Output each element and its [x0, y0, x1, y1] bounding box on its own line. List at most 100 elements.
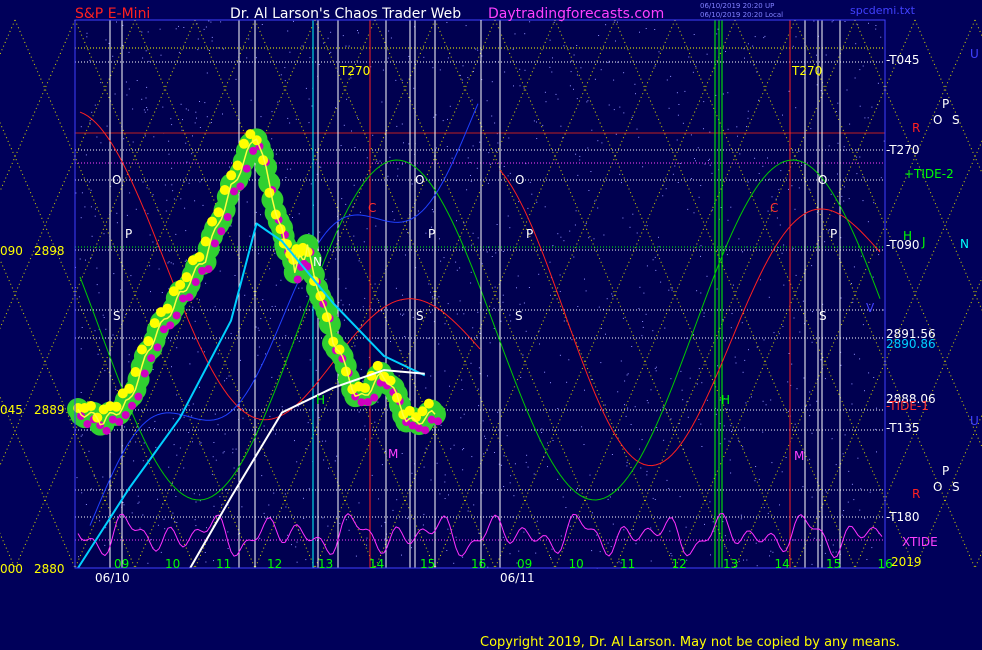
star-dot [427, 337, 429, 339]
star-dot [507, 175, 509, 177]
star-dot [541, 428, 543, 430]
star-dot [559, 274, 561, 276]
star-dot [366, 157, 368, 159]
side-glyph: U [970, 414, 979, 428]
side-glyph: U [970, 47, 979, 61]
star-dot [469, 162, 471, 163]
star-dot [473, 71, 474, 72]
star-dot [594, 200, 596, 202]
star-dot [320, 166, 322, 168]
star-dot [487, 375, 488, 377]
star-dot [775, 198, 777, 200]
star-dot [758, 478, 760, 480]
star-dot [500, 464, 502, 466]
star-dot [80, 435, 82, 437]
star-dot [462, 556, 464, 558]
star-dot [296, 461, 298, 463]
star-dot [200, 442, 202, 444]
star-dot [475, 48, 477, 50]
star-dot [221, 504, 223, 506]
star-dot [244, 294, 246, 296]
star-dot [459, 74, 461, 76]
star-dot [88, 450, 90, 452]
star-dot [486, 251, 488, 253]
star-dot [639, 286, 641, 288]
star-dot [570, 71, 572, 73]
star-dot [722, 521, 724, 523]
site-link[interactable]: Daytradingforecasts.com [488, 6, 664, 22]
star-dot [526, 454, 528, 456]
star-dot [668, 488, 670, 490]
star-dot [503, 455, 505, 457]
star-dot [544, 371, 546, 373]
star-dot [795, 36, 797, 38]
star-dot [726, 254, 728, 256]
star-dot [166, 199, 168, 201]
price-low-dot [121, 410, 130, 419]
star-dot [301, 45, 303, 47]
star-dot [859, 105, 861, 107]
price-low-dot [434, 417, 442, 426]
star-dot [760, 279, 761, 281]
star-dot [126, 214, 128, 216]
star-dot [622, 217, 624, 219]
star-dot [325, 440, 327, 442]
star-dot [509, 553, 511, 555]
star-dot [248, 38, 250, 40]
star-dot [430, 291, 431, 293]
star-dot [588, 190, 590, 191]
star-dot [291, 544, 292, 546]
star-dot [709, 164, 711, 166]
star-dot [436, 462, 438, 464]
star-dot [209, 50, 210, 51]
star-dot [491, 256, 493, 257]
star-dot [290, 168, 292, 170]
x-hour-tick: 11 [216, 557, 231, 571]
star-dot [716, 288, 718, 290]
star-dot [678, 104, 680, 105]
star-dot [719, 443, 721, 445]
star-dot [812, 311, 813, 313]
star-dot [81, 492, 83, 494]
price-low-dot [230, 187, 238, 196]
star-dot [522, 354, 524, 356]
x-hour-tick: 10 [165, 557, 180, 571]
star-dot [100, 142, 102, 144]
star-dot [830, 193, 832, 195]
star-dot [668, 289, 670, 291]
star-dot [832, 544, 834, 546]
star-dot [549, 66, 551, 68]
star-dot [704, 163, 706, 165]
star-dot [81, 192, 83, 194]
star-dot [489, 342, 491, 344]
star-dot [396, 499, 398, 501]
star-dot [508, 137, 510, 139]
star-dot [755, 542, 757, 544]
star-dot [345, 519, 347, 521]
star-dot [837, 173, 838, 175]
star-dot [791, 185, 793, 187]
star-dot [679, 496, 681, 498]
star-dot [630, 424, 632, 425]
star-dot [467, 77, 469, 78]
star-dot [694, 158, 695, 159]
star-dot [84, 206, 86, 208]
chart-letter-label: P [428, 227, 435, 241]
x-hour-tick: 13 [723, 557, 738, 571]
star-dot [848, 470, 850, 472]
star-dot [463, 222, 465, 224]
star-dot [148, 60, 150, 62]
star-dot [439, 493, 441, 495]
star-dot [481, 263, 483, 265]
star-dot [277, 101, 279, 103]
star-dot [882, 309, 884, 311]
star-dot [816, 400, 818, 402]
star-dot [742, 251, 743, 253]
star-dot [408, 143, 410, 145]
star-dot [351, 130, 352, 132]
x-hour-tick: 12 [672, 557, 687, 571]
star-dot [444, 323, 446, 325]
star-dot [199, 494, 201, 496]
star-dot [306, 295, 308, 297]
star-dot [771, 196, 773, 198]
